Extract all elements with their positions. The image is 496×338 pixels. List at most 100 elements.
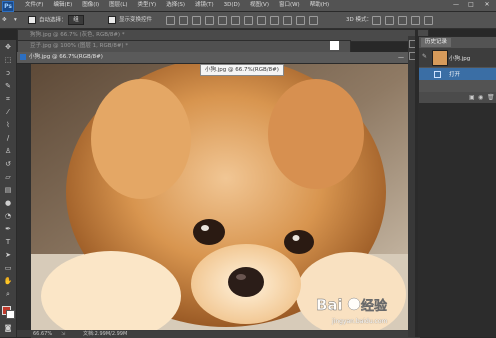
align-hcenter-icon[interactable] — [218, 16, 227, 25]
marquee-tool-icon[interactable]: ⬚ — [3, 56, 13, 65]
distribute-vcenter-icon[interactable] — [257, 16, 266, 25]
history-brush-tool-icon[interactable]: ↺ — [3, 160, 13, 169]
app-logo: Ps — [2, 1, 14, 12]
new-document-from-state-icon[interactable]: ▣ — [469, 94, 475, 101]
history-brush-source-icon[interactable]: ✎ — [422, 53, 427, 60]
tab-doc-2-label: 豆子.jpg @ 100% (图层 1, RGB/8#) * — [30, 43, 129, 49]
clone-stamp-tool-icon[interactable]: ♙ — [3, 147, 13, 156]
path-select-tool-icon[interactable]: ➤ — [3, 251, 13, 260]
auto-select-label: 自动选择： — [39, 17, 67, 24]
menu-view[interactable]: 视图(V) — [245, 0, 274, 11]
menu-bar: Ps 文件(F) 编辑(E) 图像(I) 图层(L) 类型(Y) 选择(S) 滤… — [0, 0, 496, 12]
3d-rotate-icon[interactable] — [372, 16, 381, 25]
delete-state-icon[interactable]: 🗑 — [487, 94, 495, 101]
auto-select-control[interactable]: 自动选择： 组 — [28, 15, 84, 25]
svg-text:Bai: Bai — [316, 296, 343, 314]
menu-type[interactable]: 类型(Y) — [133, 0, 162, 11]
create-snapshot-icon[interactable]: ◉ — [478, 94, 483, 101]
ps-doc-icon — [20, 54, 26, 60]
brush-tool-icon[interactable]: / — [3, 134, 13, 143]
align-right-icon[interactable] — [231, 16, 240, 25]
pen-tool-icon[interactable]: ✒ — [3, 225, 13, 234]
maximize-button[interactable]: □ — [465, 1, 477, 9]
image-canvas[interactable]: Bai 经验 jingyan.baidu.com — [31, 64, 420, 330]
eraser-tool-icon[interactable]: ▱ — [3, 173, 13, 182]
3d-scale-icon[interactable] — [424, 16, 433, 25]
swatch-white — [330, 41, 339, 50]
dodge-tool-icon[interactable]: ◔ — [3, 212, 13, 221]
main-menu: 文件(F) 编辑(E) 图像(I) 图层(L) 类型(Y) 选择(S) 滤镜(T… — [20, 0, 334, 11]
align-bottom-icon[interactable] — [192, 16, 201, 25]
history-panel: 历史记录 ✎ 小狗.jpg 打开 ▣ ◉ 🗑 — [418, 36, 496, 104]
align-vcenter-icon[interactable] — [179, 16, 188, 25]
snapshot-thumbnail — [432, 50, 448, 66]
open-step-icon — [434, 71, 441, 78]
zoom-tool-icon[interactable]: ⌕ — [3, 290, 13, 299]
history-panel-footer: ▣ ◉ 🗑 — [419, 92, 496, 103]
type-tool-icon[interactable]: T — [3, 238, 13, 247]
right-panel-area — [418, 103, 496, 337]
3d-mode-buttons — [372, 16, 433, 25]
tools-panel: ✥ ⬚ ↄ ✎ ⌗ ⁄ ⌇ / ♙ ↺ ▱ ▤ ● ◔ ✒ T ➤ ▭ ✋ ⌕ … — [0, 40, 17, 337]
gradient-tool-icon[interactable]: ▤ — [3, 186, 13, 195]
history-snapshot-row[interactable]: ✎ 小狗.jpg — [419, 48, 496, 67]
move-tool-icon[interactable]: ✥ — [3, 43, 13, 52]
background-color-swatch[interactable] — [6, 310, 15, 319]
auto-select-dropdown[interactable]: 组 — [68, 15, 84, 25]
lasso-tool-icon[interactable]: ↄ — [3, 69, 13, 78]
history-step-label: 打开 — [449, 72, 461, 78]
menu-3d[interactable]: 3D(D) — [219, 0, 245, 11]
healing-brush-tool-icon[interactable]: ⌇ — [3, 121, 13, 130]
3d-pan-icon[interactable] — [398, 16, 407, 25]
history-tab[interactable]: 历史记录 — [421, 38, 452, 47]
menu-window[interactable]: 窗口(W) — [274, 0, 305, 11]
document-title: 小狗.jpg @ 66.7%(RGB/8#) — [29, 54, 103, 60]
dog-photo — [31, 64, 420, 330]
3d-roll-icon[interactable] — [385, 16, 394, 25]
document-title-bar[interactable]: 小狗.jpg @ 66.7%(RGB/8#) — ✕ — [17, 52, 422, 64]
doc-left-ruler — [17, 64, 31, 330]
menu-file[interactable]: 文件(F) — [20, 0, 48, 11]
eyedropper-tool-icon[interactable]: ⁄ — [3, 108, 13, 117]
menu-select[interactable]: 选择(S) — [161, 0, 190, 11]
close-button[interactable]: ✕ — [481, 1, 493, 9]
quick-select-tool-icon[interactable]: ✎ — [3, 82, 13, 91]
distribute-top-icon[interactable] — [244, 16, 253, 25]
menu-filter[interactable]: 滤镜(T) — [190, 0, 219, 11]
show-transform-label: 显示变换控件 — [119, 17, 153, 23]
distribute-bottom-icon[interactable] — [270, 16, 279, 25]
align-left-icon[interactable] — [205, 16, 214, 25]
doc-minimize-button[interactable]: — — [398, 52, 404, 63]
align-buttons — [166, 16, 318, 25]
minimize-button[interactable]: — — [450, 1, 462, 9]
snapshot-label: 小狗.jpg — [449, 56, 471, 62]
show-transform-checkbox[interactable] — [108, 15, 116, 24]
menu-help[interactable]: 帮助(H) — [305, 0, 334, 11]
tool-preset-dropdown[interactable]: ▾ — [14, 15, 17, 25]
tab-doc-1-label: 狗狗.jpg @ 66.7% (灰色, RGB/8#) * — [30, 32, 125, 38]
baidu-watermark: Bai 经验 jingyan.baidu.com — [316, 292, 408, 326]
mode3d-label: 3D 模式： — [346, 17, 372, 23]
shape-tool-icon[interactable]: ▭ — [3, 264, 13, 273]
history-step-row[interactable]: 打开 — [419, 68, 496, 80]
document-tooltip: 小狗.jpg @ 66.7%(RGB/8#) — [200, 64, 284, 76]
distribute-hcenter-icon[interactable] — [296, 16, 305, 25]
crop-tool-icon[interactable]: ⌗ — [3, 95, 13, 104]
show-transform-control[interactable]: 显示变换控件 — [108, 15, 152, 25]
auto-select-checkbox[interactable] — [28, 16, 36, 24]
hand-tool-icon[interactable]: ✋ — [3, 277, 13, 286]
watermark-url: jingyan.baidu.com — [332, 318, 388, 325]
blur-tool-icon[interactable]: ● — [3, 199, 13, 208]
svg-text:经验: 经验 — [361, 298, 388, 314]
quick-mask-icon[interactable]: ◙ — [3, 324, 13, 333]
3d-slide-icon[interactable] — [411, 16, 420, 25]
distribute-left-icon[interactable] — [283, 16, 292, 25]
menu-edit[interactable]: 编辑(E) — [48, 0, 77, 11]
distribute-right-icon[interactable] — [309, 16, 318, 25]
menu-layer[interactable]: 图层(L) — [104, 0, 132, 11]
options-bar: ✥ ▾ 自动选择： 组 显示变换控件 3D 模式： — [0, 12, 496, 29]
baidu-paw-logo: Bai 经验 — [316, 296, 388, 314]
align-top-icon[interactable] — [166, 16, 175, 25]
menu-image[interactable]: 图像(I) — [77, 0, 104, 11]
move-tool-icon[interactable]: ✥ — [2, 15, 7, 25]
